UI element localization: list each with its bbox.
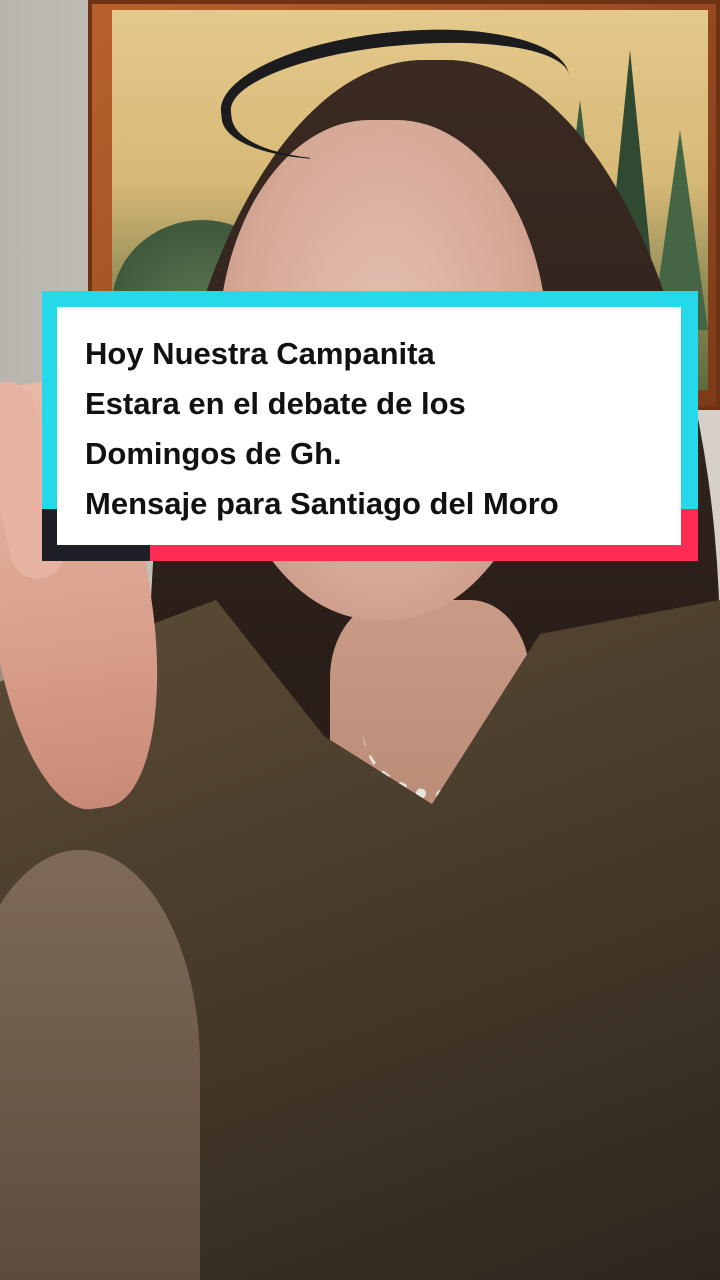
video-frame[interactable]: Hoy Nuestra Campanita Estara en el debat… <box>0 0 720 1280</box>
caption-line-3: Domingos de Gh. <box>85 436 342 471</box>
caption-line-2: Estara en el debate de los <box>85 386 466 421</box>
caption-overlay: Hoy Nuestra Campanita Estara en el debat… <box>42 291 698 561</box>
caption-box: Hoy Nuestra Campanita Estara en el debat… <box>57 307 681 545</box>
caption-line-4: Mensaje para Santiago del Moro <box>85 486 559 521</box>
caption-line-1: Hoy Nuestra Campanita <box>85 336 435 371</box>
